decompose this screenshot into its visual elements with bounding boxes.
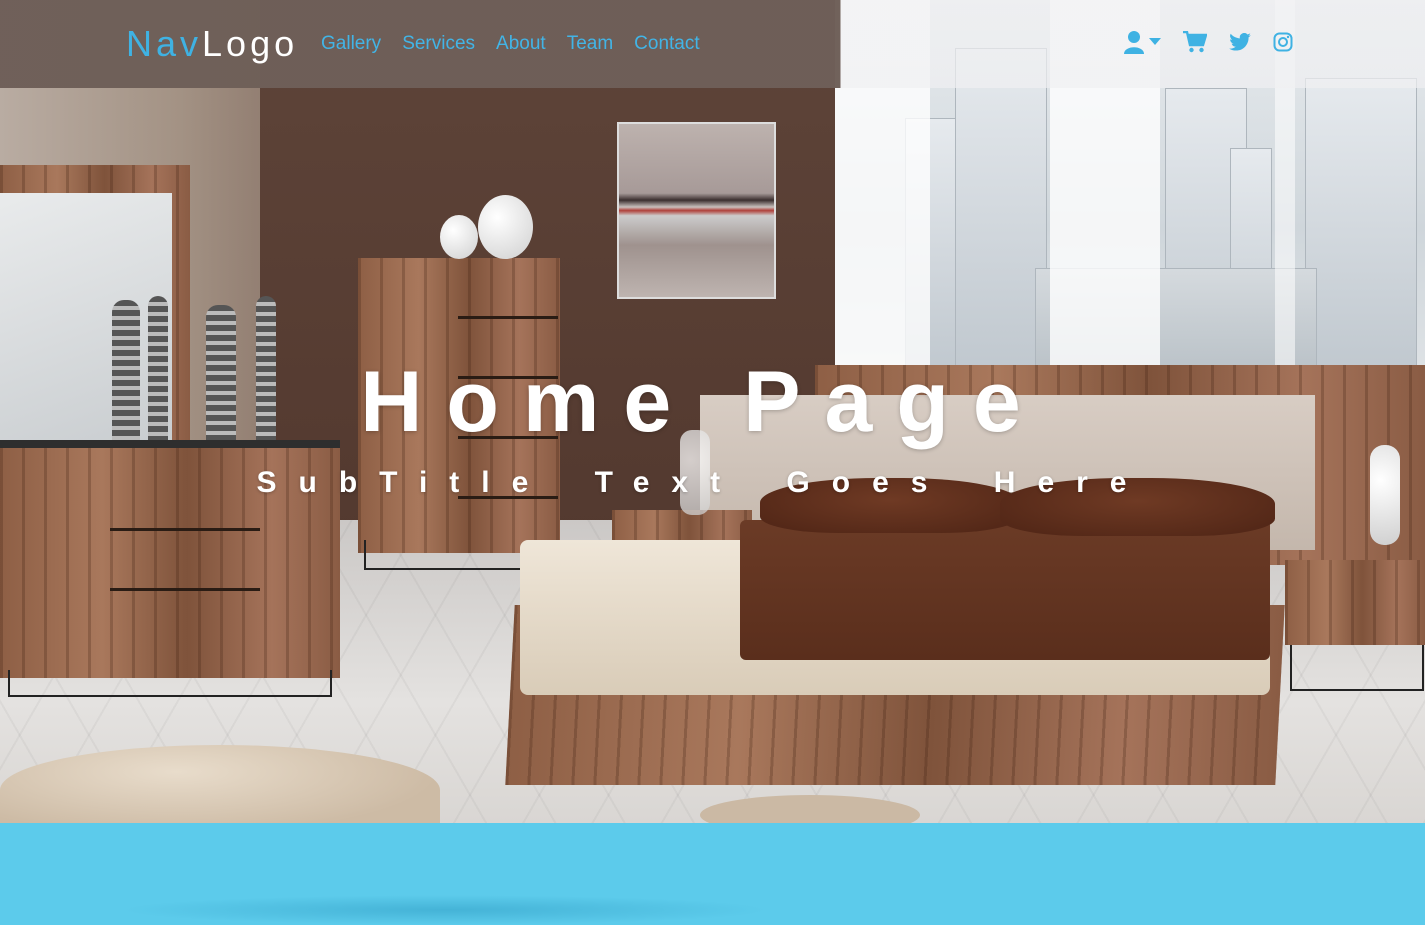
caret-down-icon — [1149, 38, 1161, 45]
nav-menu: Gallery Services About Team Contact — [321, 32, 700, 56]
nav-icons — [1124, 30, 1293, 54]
chest-legs — [364, 540, 543, 570]
cart-icon[interactable] — [1183, 31, 1207, 53]
white-vase — [478, 195, 533, 259]
nav-link-about[interactable]: About — [496, 32, 546, 56]
twitter-icon[interactable] — [1229, 33, 1251, 51]
nav-link-services[interactable]: Services — [402, 32, 475, 56]
white-vase — [440, 215, 478, 259]
hero-title: Home Page — [360, 354, 1045, 450]
instagram-icon[interactable] — [1273, 32, 1293, 52]
wall-art — [617, 122, 776, 299]
logo-nav-text: Nav — [126, 23, 203, 64]
user-icon — [1124, 31, 1144, 54]
nav-link-team[interactable]: Team — [567, 32, 613, 56]
navbar: NavLogo Gallery Services About Team Cont… — [0, 0, 1425, 88]
nightstand-legs — [1290, 645, 1424, 691]
band-shadow — [120, 895, 770, 925]
nav-logo[interactable]: NavLogo — [126, 22, 298, 66]
nightstand-right — [1285, 560, 1425, 645]
user-dropdown[interactable] — [1124, 30, 1161, 54]
nav-link-gallery[interactable]: Gallery — [321, 32, 381, 56]
nav-link-contact[interactable]: Contact — [634, 32, 699, 56]
logo-rest-text: Logo — [202, 23, 299, 64]
bed-throw — [740, 520, 1270, 660]
dresser-legs — [8, 670, 332, 697]
hero-subtitle: SubTitle Text Goes Here — [256, 466, 1149, 499]
